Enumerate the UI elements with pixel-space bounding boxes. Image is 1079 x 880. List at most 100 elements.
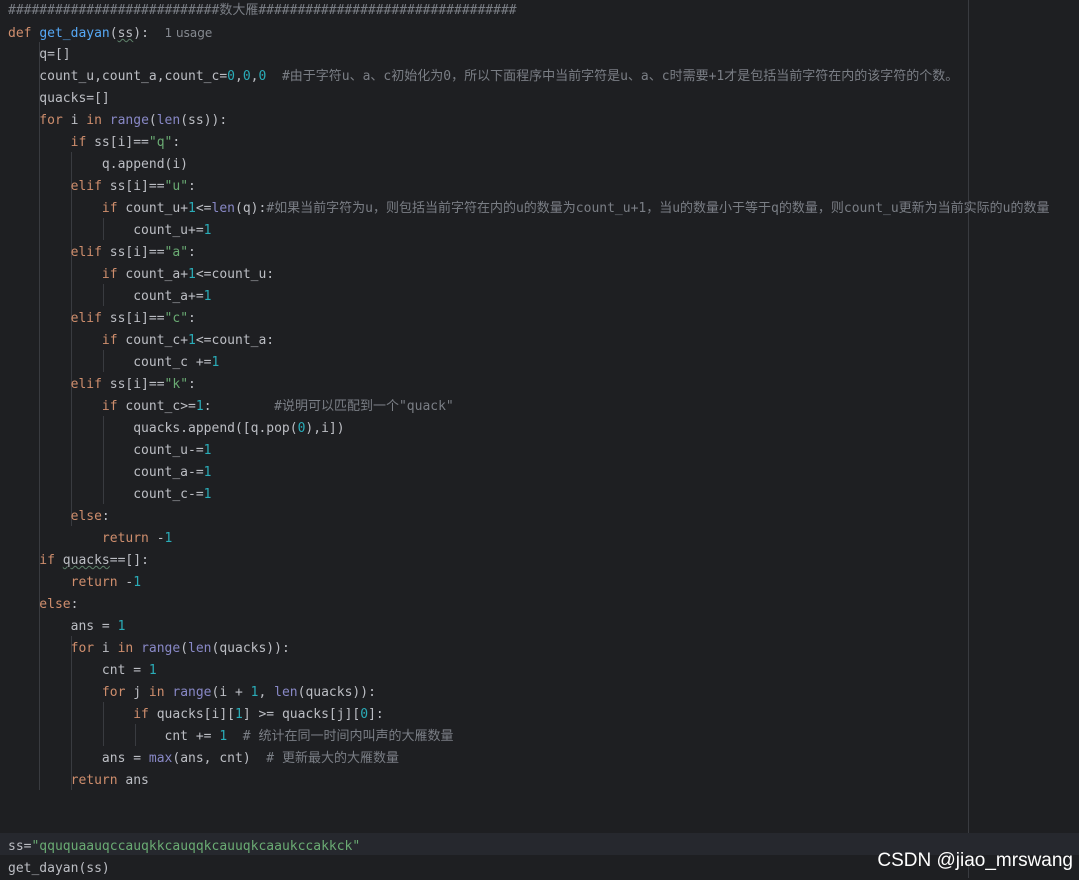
code-token: else xyxy=(8,597,71,612)
code-token: 1 xyxy=(203,289,212,304)
code-token: 1 xyxy=(117,619,126,634)
code-line[interactable]: ss="qququaauqccauqkkcauqqkcauuqkcaaukcca… xyxy=(8,836,360,858)
code-token: ss[i]== xyxy=(109,245,165,260)
code-token: 1 xyxy=(195,399,204,414)
code-line[interactable]: ans = 1 xyxy=(8,616,126,638)
code-line[interactable]: for i in range(len(quacks)): xyxy=(8,638,290,660)
code-token: "qququaauqccauqkkcauqqkcauuqkcaaukccakkc… xyxy=(31,839,361,854)
code-token: return xyxy=(8,531,157,546)
code-token: 1 xyxy=(219,729,228,744)
code-line[interactable]: q=[] xyxy=(8,44,70,66)
code-line[interactable]: count_c-=1 xyxy=(8,484,212,506)
code-token: ss[i]== xyxy=(109,311,165,326)
code-line[interactable]: for i in range(len(ss)): xyxy=(8,110,227,132)
code-token: quacks.append([q.pop( xyxy=(8,421,298,436)
code-token: ans = xyxy=(8,619,118,634)
csdn-watermark: CSDN @jiao_mrswang xyxy=(877,850,1073,871)
code-token: (ss)): xyxy=(180,113,228,128)
code-token: count_c-= xyxy=(8,487,204,502)
code-token: len xyxy=(156,113,181,128)
code-line[interactable]: count_a+=1 xyxy=(8,286,212,308)
code-line[interactable]: if count_c+1<=count_a: xyxy=(8,330,274,352)
code-token: if xyxy=(8,707,157,722)
code-editor[interactable]: ###########################数大雁##########… xyxy=(0,0,1079,878)
code-line[interactable]: if count_a+1<=count_u: xyxy=(8,264,274,286)
code-token: <=count_a: xyxy=(195,333,275,348)
code-token: if xyxy=(8,267,126,282)
code-token: 1 xyxy=(188,201,196,216)
code-token: count_u-= xyxy=(8,443,204,458)
code-token: count_c>= xyxy=(125,399,196,414)
code-token: 1 xyxy=(188,267,196,282)
code-token: quacks xyxy=(62,553,110,568)
code-token: "a" xyxy=(164,245,189,260)
code-line[interactable]: return -1 xyxy=(8,528,172,550)
code-line[interactable]: quacks.append([q.pop(0),i]) xyxy=(8,418,344,440)
code-line[interactable]: return ans xyxy=(8,770,149,792)
code-line[interactable]: ans = max(ans, cnt) # 更新最大的大雁数量 xyxy=(8,748,399,770)
code-token: , xyxy=(258,685,275,700)
code-token: : xyxy=(188,377,196,392)
code-line[interactable]: if ss[i]=="q": xyxy=(8,132,181,154)
code-token: ###########################数大雁##########… xyxy=(8,3,517,18)
code-line[interactable]: ###########################数大雁##########… xyxy=(8,0,517,22)
code-token: #由于字符u、a、c初始化为0，所以下面程序中当前字符是u、a、c时需要+1才是… xyxy=(266,69,959,84)
code-token: #说明可以匹配到一个"quack" xyxy=(274,399,454,414)
code-token: if xyxy=(8,553,63,568)
code-line[interactable]: count_a-=1 xyxy=(8,462,211,484)
code-token: ]: xyxy=(368,707,384,722)
code-token: 1 xyxy=(203,487,212,502)
code-token: ): xyxy=(133,26,165,41)
code-line[interactable]: quacks=[] xyxy=(8,88,109,110)
code-token: get_dayan xyxy=(39,26,110,41)
code-token: 1 xyxy=(188,333,196,348)
code-token: max xyxy=(148,751,173,766)
code-line[interactable]: count_u+=1 xyxy=(8,220,211,242)
code-line[interactable]: return -1 xyxy=(8,572,141,594)
code-token: 1 xyxy=(164,531,173,546)
code-line[interactable]: count_u-=1 xyxy=(8,440,211,462)
code-line[interactable]: cnt += 1 # 统计在同一时间内叫声的大雁数量 xyxy=(8,726,454,748)
code-line[interactable]: cnt = 1 xyxy=(8,660,157,682)
code-line[interactable]: if count_u+1<=len(q):#如果当前字符为u，则包括当前字符在内… xyxy=(8,198,1050,220)
code-token: def xyxy=(8,26,40,41)
code-line[interactable]: if quacks[i][1] >= quacks[j][0]: xyxy=(8,704,384,726)
code-token: count_a-= xyxy=(8,465,204,480)
code-line[interactable]: get_dayan(ss) xyxy=(8,858,110,880)
code-line[interactable]: if count_c>=1: #说明可以匹配到一个"quack" xyxy=(8,396,454,418)
code-token: q.append(i) xyxy=(8,157,189,172)
code-line[interactable]: if quacks==[]: xyxy=(8,550,149,572)
code-line[interactable]: count_u,count_a,count_c=0,0,0 #由于字符u、a、c… xyxy=(8,66,958,88)
code-token: in xyxy=(117,641,142,656)
code-line[interactable]: else: xyxy=(8,594,78,616)
code-line[interactable]: for j in range(i + 1, len(quacks)): xyxy=(8,682,376,704)
code-token: (q): xyxy=(235,201,267,216)
code-line[interactable]: def get_dayan(ss): 1 usage xyxy=(8,22,212,44)
code-line[interactable]: q.append(i) xyxy=(8,154,188,176)
code-token: ] >= quacks[j][ xyxy=(242,707,361,722)
code-token: (quacks)): xyxy=(297,685,376,700)
code-token: : xyxy=(203,399,275,414)
code-token: if xyxy=(8,201,126,216)
code-token: : xyxy=(70,597,79,612)
code-token: count_u+ xyxy=(125,201,189,216)
code-line[interactable]: elif ss[i]=="c": xyxy=(8,308,196,330)
code-token: , xyxy=(234,69,243,84)
code-line[interactable]: elif ss[i]=="k": xyxy=(8,374,196,396)
code-token: return xyxy=(8,773,126,788)
code-line[interactable]: else: xyxy=(8,506,110,528)
code-token: in xyxy=(86,113,110,128)
code-line[interactable]: elif ss[i]=="u": xyxy=(8,176,196,198)
code-token: count_a+= xyxy=(8,289,204,304)
code-token: for xyxy=(8,685,134,700)
code-line[interactable]: elif ss[i]=="a": xyxy=(8,242,196,264)
code-token: if xyxy=(8,333,126,348)
code-token: - xyxy=(156,531,165,546)
code-line[interactable]: count_c +=1 xyxy=(8,352,219,374)
code-token: 1 xyxy=(211,355,220,370)
code-token: : xyxy=(172,135,181,150)
code-token: ( xyxy=(148,113,157,128)
usage-hint[interactable]: 1 usage xyxy=(165,26,213,40)
code-token: : xyxy=(188,179,196,194)
code-token: ans = xyxy=(8,751,149,766)
